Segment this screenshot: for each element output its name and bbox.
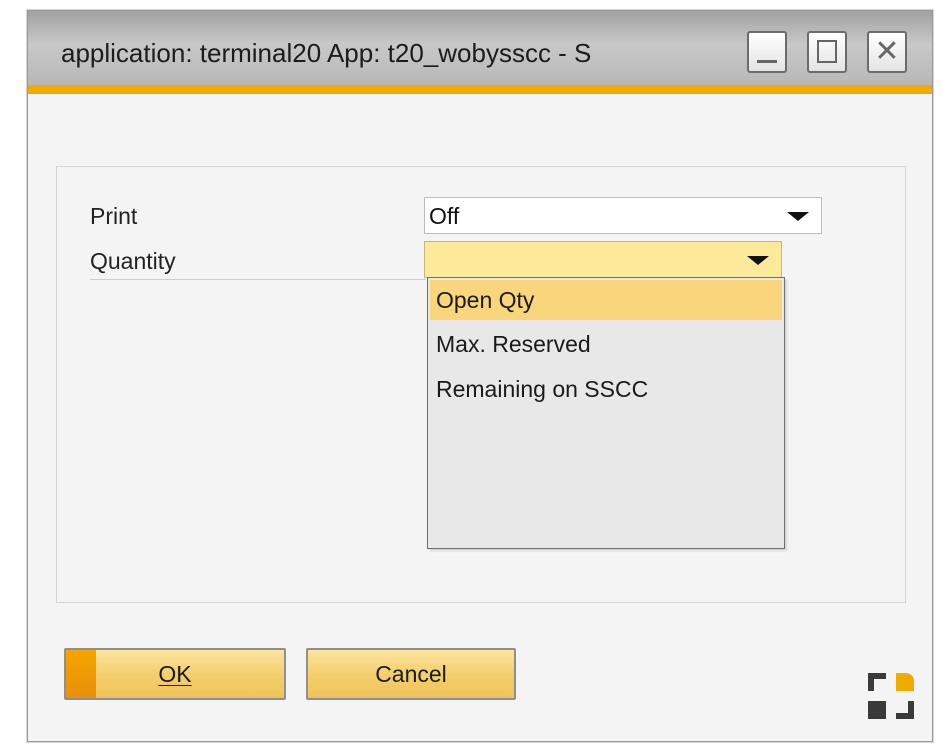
print-select-value: Off [429,203,460,229]
ok-button-label: OK [158,661,192,687]
quantity-label: Quantity [90,248,176,274]
dropdown-option-open-qty[interactable]: Open Qty [430,280,782,320]
chevron-down-icon[interactable] [747,256,769,265]
dropdown-option-remaining-on-sscc[interactable]: Remaining on SSCC [430,369,782,409]
print-label: Print [90,203,138,229]
quantity-dropdown-list: Open Qty Max. Reserved Remaining on SSCC [427,277,785,549]
minimize-icon [757,60,777,63]
dialog-window: application: terminal20 App: t20_wobyssc… [27,10,933,742]
quantity-select[interactable] [424,241,782,278]
ok-button[interactable]: OK [64,648,286,700]
window-title: application: terminal20 App: t20_wobyssc… [61,38,592,68]
cancel-button[interactable]: Cancel [306,648,516,700]
close-button[interactable]: ✕ [867,31,907,73]
title-accent-bar [28,85,932,94]
chevron-down-icon[interactable] [787,212,809,221]
close-icon: ✕ [874,34,900,69]
sap-logo-icon [868,673,914,719]
title-bar[interactable]: application: terminal20 App: t20_wobyssc… [28,11,932,85]
maximize-icon [817,40,837,63]
minimize-button[interactable] [747,31,787,73]
quantity-label-underline [90,279,426,280]
default-button-marker [66,650,96,698]
cancel-button-label: Cancel [375,661,447,687]
dropdown-option-max-reserved[interactable]: Max. Reserved [430,324,782,364]
print-select[interactable]: Off [424,197,822,234]
maximize-button[interactable] [807,31,847,73]
